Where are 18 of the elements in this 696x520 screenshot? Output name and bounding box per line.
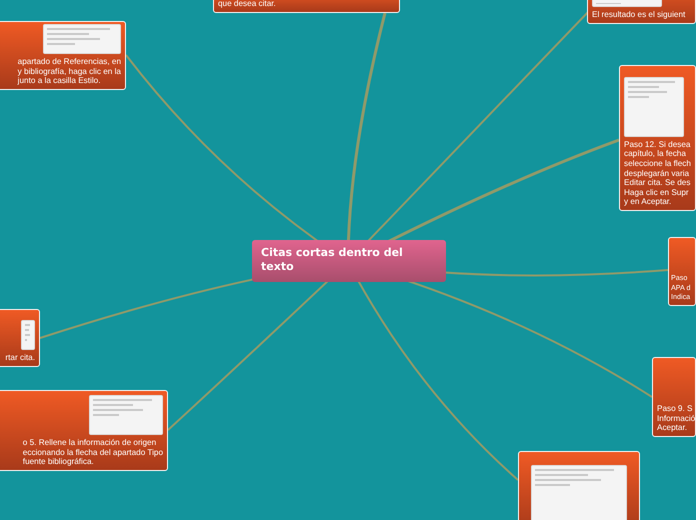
step-card[interactable]: que desea citar. bbox=[213, 0, 400, 13]
step-text: que desea citar. bbox=[218, 0, 276, 9]
step-card[interactable] bbox=[518, 451, 640, 520]
step-text: apartado de Referencias, en y bibliografía, haga clic en la junto a la casilla Estilo. bbox=[18, 57, 121, 86]
central-topic[interactable]: Citas cortas dentro del texto bbox=[252, 240, 446, 282]
step-card[interactable]: o 5. Rellene la información de origen eccionando la flecha del apartado Tipo fuente bibliográfica. bbox=[0, 390, 168, 471]
screenshot-thumbnail bbox=[624, 76, 684, 137]
step-card[interactable]: rtar cita. bbox=[0, 309, 40, 367]
step-card[interactable]: El resultado es el siguient bbox=[587, 0, 696, 24]
step-text: Paso 9. S Informació Aceptar. bbox=[657, 404, 695, 433]
step-text: o 5. Rellene la información de origen eccionando la flecha del apartado Tipo fuente bibliográfica. bbox=[22, 438, 163, 467]
step-text: Paso 12. Si desea capítulo, la fecha seleccione la flech desplegarán varia Editar cita. Se des Haga clic en Supr y en Aceptar. bbox=[624, 140, 691, 207]
step-card[interactable]: apartado de Referencias, en y bibliografía, haga clic en la junto a la casilla Estilo. bbox=[0, 21, 126, 90]
screenshot-thumbnail bbox=[21, 320, 35, 350]
step-text: El resultado es el siguient bbox=[592, 10, 686, 20]
step-text: rtar cita. bbox=[5, 353, 35, 363]
step-card[interactable]: Paso 9. S Informació Aceptar. bbox=[652, 357, 696, 437]
step-card[interactable]: Paso 12. Si desea capítulo, la fecha seleccione la flech desplegarán varia Editar cita. Se des Haga clic en Supr y en Aceptar. bbox=[619, 65, 696, 211]
